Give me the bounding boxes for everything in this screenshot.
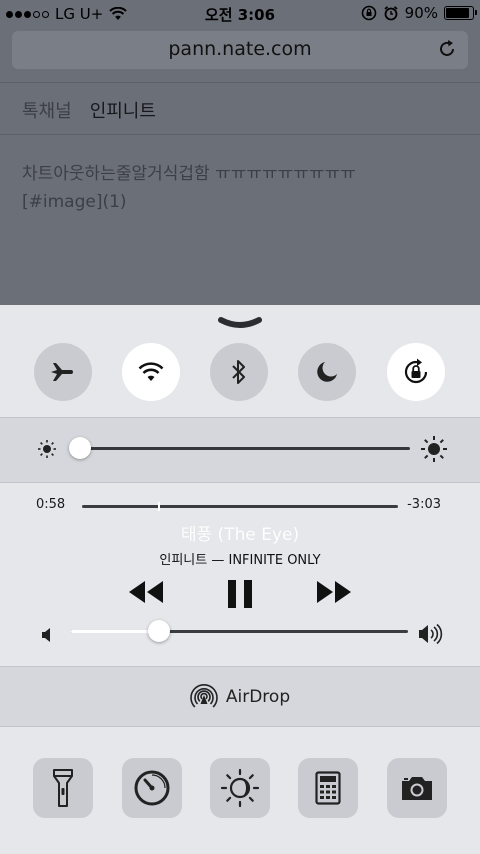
volume-low-icon (42, 628, 50, 642)
now-playing-section: 0:58 -3:03 태풍 (The Eye) 인피니트 — INFINITE … (0, 483, 480, 667)
toggle-row (0, 343, 480, 401)
address-bar[interactable]: pann.nate.com (12, 31, 468, 69)
timer-button[interactable] (122, 758, 182, 818)
moon-icon (317, 362, 337, 382)
airdrop-label: AirDrop (225, 686, 291, 707)
fast-forward-button[interactable] (315, 579, 353, 605)
night-shift-icon (220, 768, 260, 808)
night-shift-button[interactable] (210, 758, 270, 818)
brightness-slider-knob[interactable] (69, 437, 91, 459)
remaining-time: -3:03 (407, 497, 441, 512)
rotation-lock-icon (404, 358, 428, 384)
control-center: 0:58 -3:03 태풍 (The Eye) 인피니트 — INFINITE … (0, 305, 480, 854)
playback-position-marker[interactable] (157, 502, 160, 511)
reload-icon[interactable] (436, 38, 458, 60)
pause-button[interactable] (226, 579, 254, 609)
breadcrumb-board[interactable]: 인피니트 (90, 97, 156, 123)
grabber-chevron-icon[interactable] (217, 316, 263, 330)
timer-icon (134, 770, 170, 806)
airplane-icon (51, 363, 73, 381)
rewind-button[interactable] (127, 579, 165, 605)
post-body: 차트아웃하는줄알거식겁함 ㅠㅠㅠㅠㅠㅠㅠㅠㅠ [#image](1) (22, 160, 356, 216)
elapsed-time: 0:58 (36, 497, 66, 512)
calculator-button[interactable] (298, 758, 358, 818)
flashlight-button[interactable] (33, 758, 93, 818)
wifi-icon (138, 362, 164, 381)
bluetooth-toggle[interactable] (210, 343, 268, 401)
camera-button[interactable] (387, 758, 447, 818)
airdrop-icon (190, 683, 218, 708)
volume-high-icon (419, 623, 443, 645)
brightness-section (0, 418, 480, 482)
post-image-placeholder: [#image](1) (22, 192, 127, 212)
address-bar-url: pann.nate.com (168, 38, 312, 60)
brightness-high-icon (421, 436, 447, 462)
song-title: 태풍 (The Eye) (180, 525, 300, 545)
breadcrumb: 톡채널 인피니트 (22, 97, 156, 123)
rotation-lock-toggle[interactable] (387, 343, 445, 401)
volume-slider-knob[interactable] (147, 620, 170, 642)
bluetooth-icon (232, 360, 245, 384)
artist-album: 인피니트 — INFINITE ONLY (159, 553, 321, 568)
shortcut-row (0, 727, 480, 854)
background-browser: LG U+ 오전 3:06 90% pann.nate.com 톡채널 인피니트… (0, 0, 480, 310)
wifi-toggle[interactable] (122, 343, 180, 401)
calculator-icon (315, 771, 341, 805)
brightness-slider[interactable] (79, 447, 410, 450)
airplane-mode-toggle[interactable] (34, 343, 92, 401)
brightness-low-icon (38, 440, 56, 458)
camera-icon (402, 777, 432, 800)
battery-icon (444, 6, 477, 20)
do-not-disturb-toggle[interactable] (298, 343, 356, 401)
playback-scrubber[interactable] (82, 505, 398, 508)
rotation-lock-status-icon (361, 5, 376, 21)
flashlight-icon (53, 769, 73, 807)
alarm-status-icon (384, 6, 398, 21)
post-text: 차트아웃하는줄알거식겁함 ㅠㅠㅠㅠㅠㅠㅠㅠㅠ (22, 164, 356, 184)
breadcrumb-channel[interactable]: 톡채널 (22, 97, 72, 123)
airdrop-button[interactable]: AirDrop (0, 667, 480, 726)
status-bar: LG U+ 오전 3:06 90% (0, 0, 480, 28)
battery-percent: 90% (404, 4, 438, 22)
